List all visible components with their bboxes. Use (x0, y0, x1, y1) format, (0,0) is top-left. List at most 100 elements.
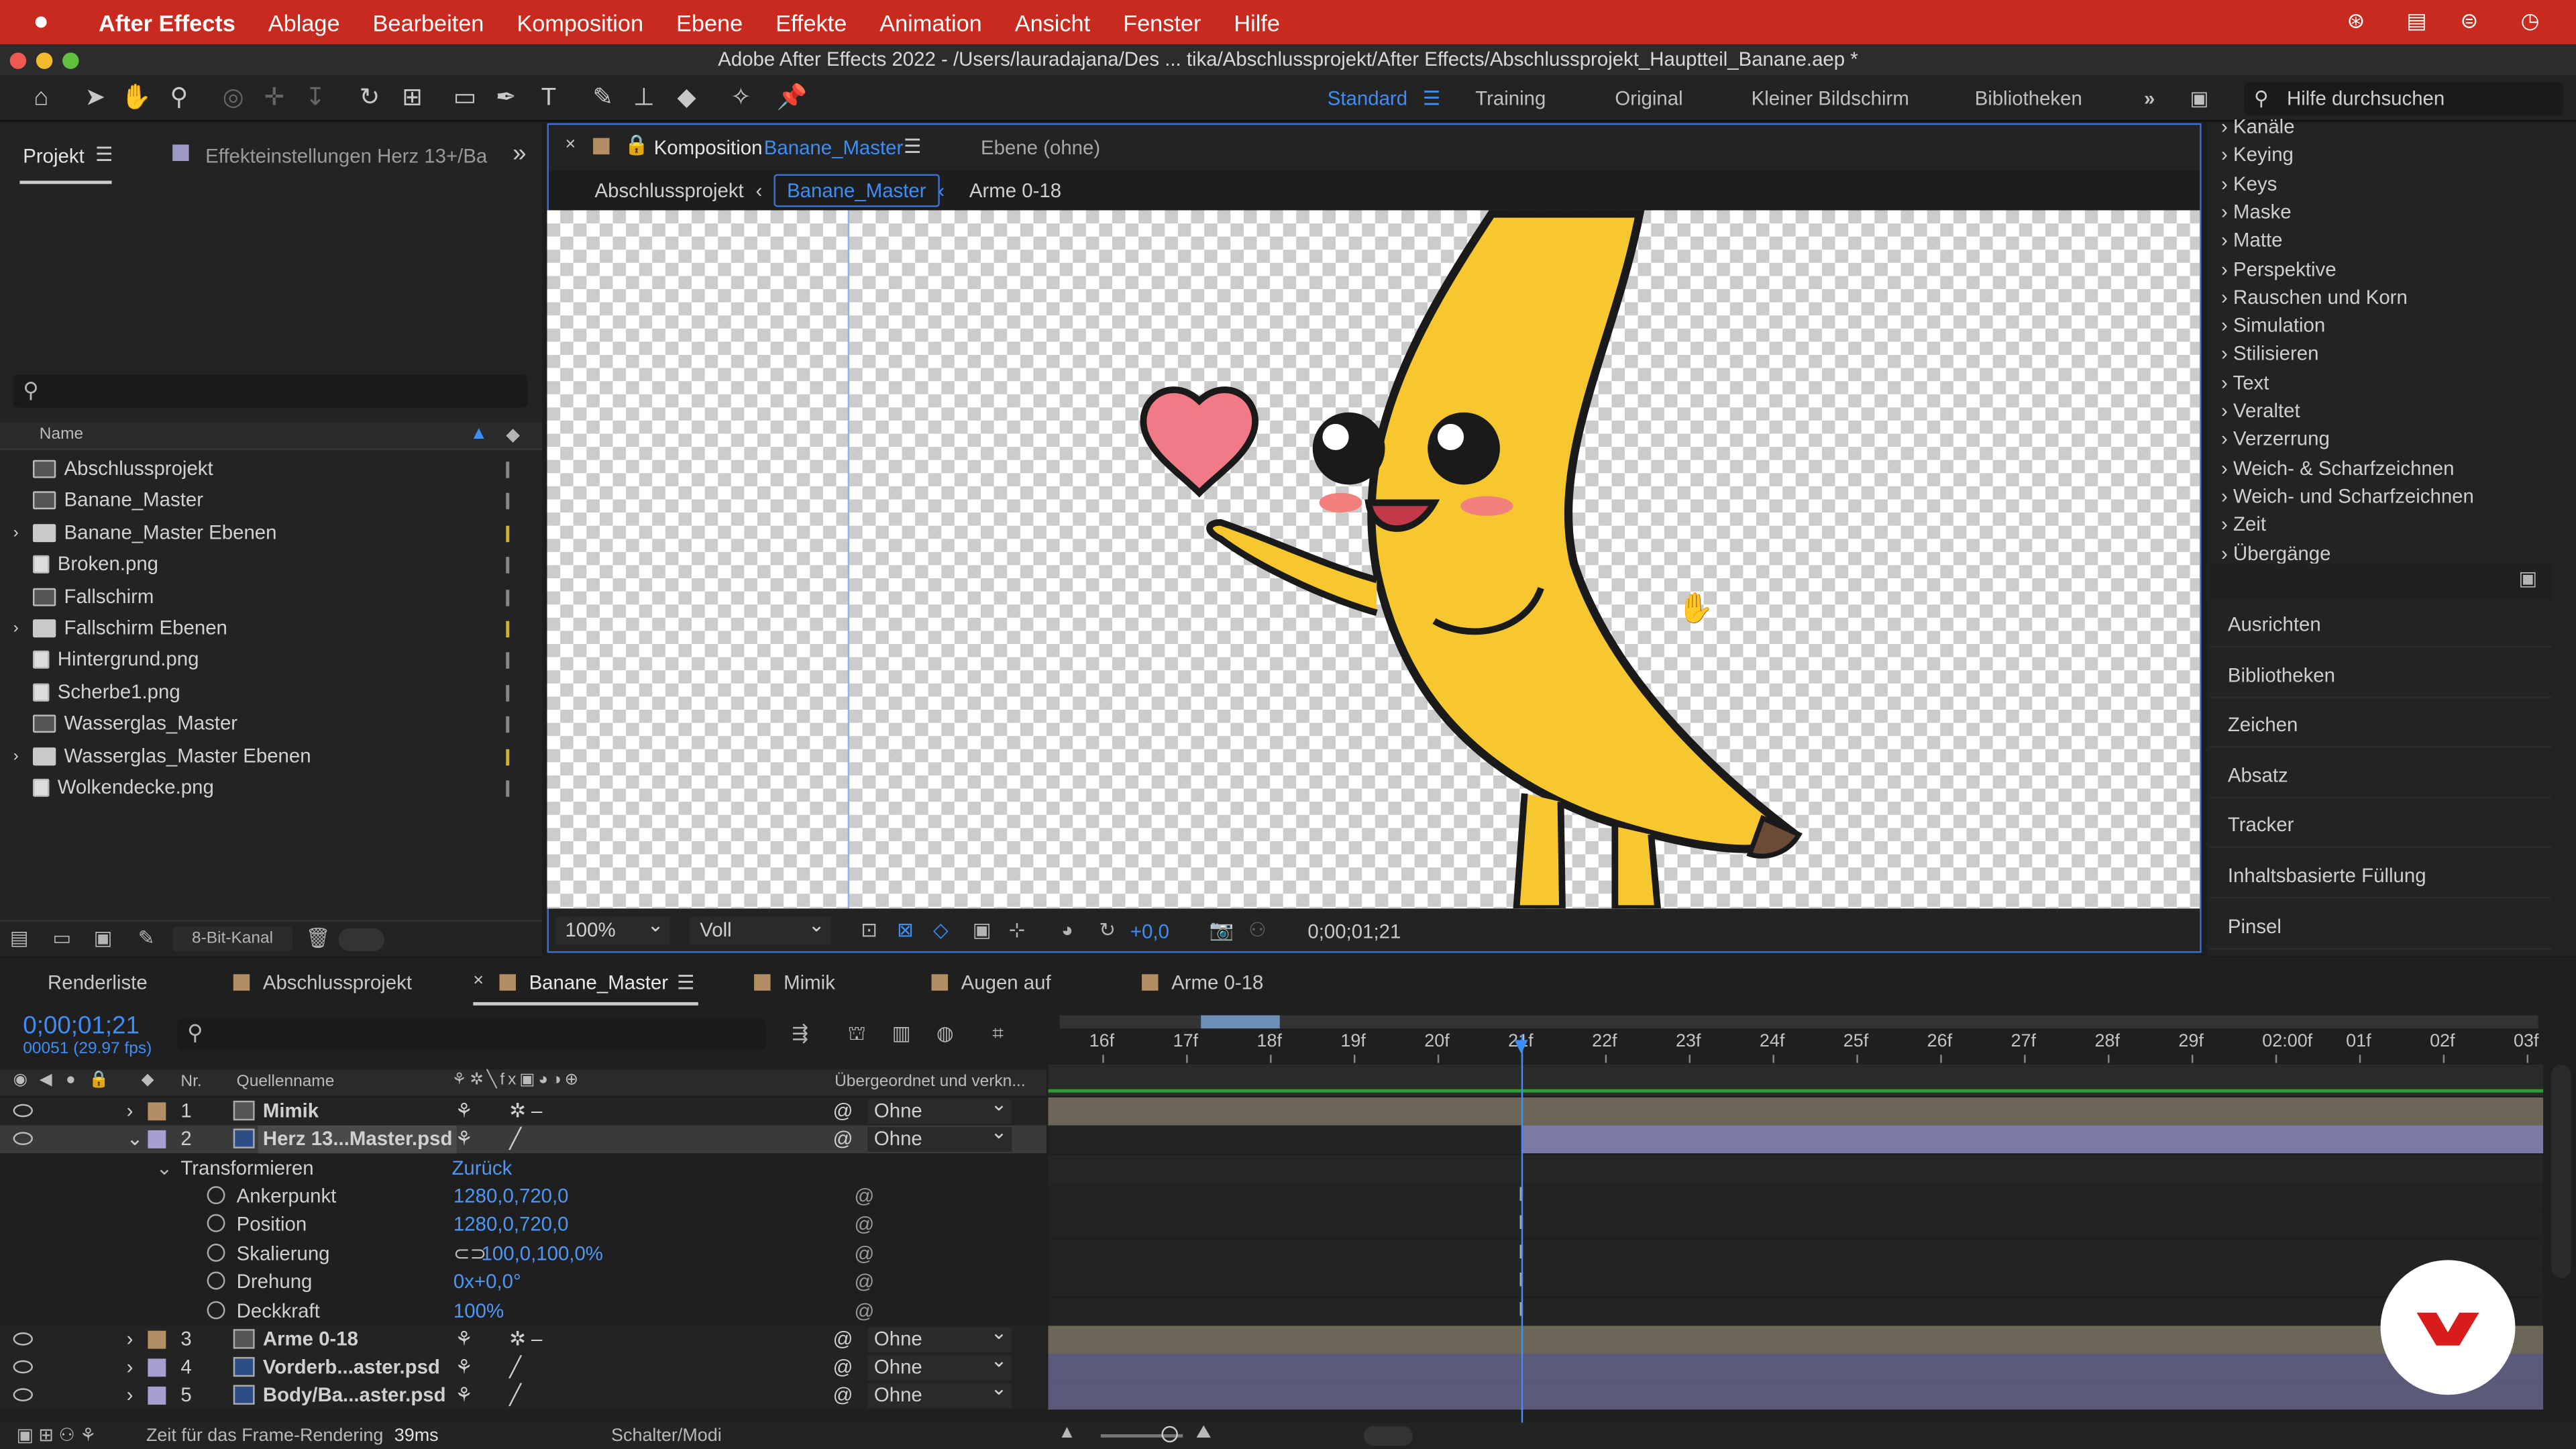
project-item[interactable]: › Fallschirm Ebenen (13, 612, 227, 644)
zoom-select[interactable]: 100% ⌄ (555, 914, 671, 945)
graph-editor-icon[interactable]: ⌗ (992, 1022, 1004, 1046)
tab-abschlussprojekt[interactable]: Abschlussprojekt (233, 971, 412, 994)
switch-icon[interactable]: ⚘ (455, 1382, 472, 1410)
frame-blending-icon[interactable]: ▥ (892, 1022, 911, 1044)
layer-name[interactable]: Body/Ba...aster.psd (263, 1382, 446, 1410)
label-color-icon[interactable] (148, 1386, 166, 1405)
menu-bearbeiten[interactable]: Bearbeiten (356, 9, 500, 35)
project-item[interactable]: Wasserglas_Master (32, 708, 237, 740)
parent-select[interactable]: Ohne (867, 1120, 1012, 1152)
effect-category[interactable]: › Weich- und Scharfzeichnen (2221, 484, 2474, 507)
effect-category[interactable]: › Rauschen und Korn (2221, 286, 2408, 309)
menu-hilfe[interactable]: Hilfe (1218, 9, 1297, 35)
rotate-tool-icon[interactable]: ↻ (354, 82, 386, 115)
project-item[interactable]: Scherbe1.png (32, 676, 180, 708)
effect-category[interactable]: › Stilisieren (2221, 342, 2318, 365)
tab-banane-master[interactable]: Banane_Master (499, 971, 668, 994)
new-preset-icon[interactable]: ▣ (2518, 567, 2537, 590)
more-workspaces-icon[interactable]: » (2144, 87, 2155, 110)
switch-icon[interactable]: ⚘ (455, 1097, 472, 1126)
effect-category[interactable]: › Maske (2221, 201, 2292, 223)
chevron-right-icon[interactable]: › (127, 1097, 133, 1126)
label-color-icon[interactable] (148, 1330, 166, 1349)
zoom-tool-icon[interactable]: ⚲ (162, 82, 195, 115)
panel-6[interactable]: Pinsel (2209, 903, 2552, 949)
layer-duration-bar[interactable] (1048, 1097, 2544, 1126)
switch-icon[interactable]: ⚘ (455, 1326, 472, 1354)
workspace-standard[interactable]: Standard (1328, 87, 1407, 110)
new-folder-icon[interactable]: ▭ (52, 926, 71, 949)
property-value[interactable]: 100,0,100,0% (482, 1240, 603, 1268)
bit-depth-button[interactable]: 8-Bit-Kanal (172, 926, 292, 951)
tab-augen-auf[interactable]: Augen auf (931, 971, 1051, 994)
layer-duration-bar[interactable] (1048, 1353, 2544, 1382)
zoom-out-icon[interactable]: ▲ (1058, 1423, 1076, 1442)
layer-name[interactable]: Vorderb...aster.psd (263, 1354, 440, 1382)
mask-visibility-icon[interactable]: ◇ (933, 918, 949, 941)
effect-category[interactable]: › Keys (2221, 172, 2277, 195)
layer-row[interactable]: › 5 Body/Ba...aster.psd ⚘ ╱ @ Ohne (0, 1377, 1047, 1410)
stopwatch-icon[interactable] (207, 1271, 225, 1290)
menu-ebene[interactable]: Ebene (660, 9, 759, 35)
switch-quality-icon[interactable]: ✲ – (509, 1326, 542, 1354)
menu-animation[interactable]: Animation (863, 9, 998, 35)
control-center-icon[interactable]: ⊜ (2453, 8, 2485, 36)
viewer-timecode[interactable]: 0;00;01;21 (1307, 920, 1401, 943)
menu-effekte[interactable]: Effekte (759, 9, 863, 35)
pan-behind-icon[interactable]: ⊞ (396, 82, 429, 115)
label-tag-icon[interactable]: ◆ (506, 424, 520, 445)
playhead-handle[interactable]: ▼ (1510, 1032, 1533, 1058)
spiral-icon[interactable]: @ (833, 1382, 853, 1410)
tab-effect-controls[interactable]: Effekteinstellungen Herz 13+/Ba (205, 145, 487, 168)
project-item[interactable]: Wolkendecke.png (32, 772, 214, 804)
spiral-icon[interactable]: @ (833, 1126, 853, 1154)
property-value[interactable]: 1280,0,720,0 (453, 1212, 569, 1240)
panel-overflow-icon[interactable]: » (513, 140, 526, 168)
close-tab-icon[interactable]: × (565, 135, 576, 154)
effect-category[interactable]: › Weich- & Scharfzeichnen (2221, 456, 2454, 479)
panel-2[interactable]: Zeichen (2209, 702, 2552, 748)
layer-row[interactable]: › 4 Vorderb...aster.psd ⚘ ╱ @ Ohne (0, 1349, 1047, 1382)
chevron-down-icon[interactable]: ⌄ (156, 1155, 173, 1183)
menu-fenster[interactable]: Fenster (1107, 9, 1218, 35)
creative-cloud-icon[interactable]: ⊛ (2339, 8, 2372, 36)
motion-blur-icon[interactable]: ◍ (936, 1022, 954, 1044)
effect-category[interactable]: › Zeit (2221, 513, 2266, 536)
toggle-icons-icon[interactable]: ▣ ⊞ ⚇ ⚘ (16, 1424, 96, 1446)
panel-menu-icon[interactable]: ☰ (677, 971, 694, 994)
switch-icon[interactable]: ⚘ (455, 1126, 472, 1154)
effect-category[interactable]: › Verzerrung (2221, 427, 2330, 450)
breadcrumb-abschlussprojekt[interactable]: Abschlussprojekt (595, 179, 744, 202)
workspace-small-screen[interactable]: Kleiner Bildschirm (1752, 87, 1909, 110)
type-tool-icon[interactable]: T (532, 82, 565, 115)
effect-category[interactable]: › Matte (2221, 229, 2282, 252)
clone-stamp-icon[interactable]: ⊥ (628, 82, 661, 115)
panel-3[interactable]: Absatz (2209, 752, 2552, 798)
chevron-right-icon[interactable]: › (127, 1354, 133, 1382)
lock-icon[interactable]: 🔒 (625, 133, 649, 156)
shy-layers-icon[interactable]: ⛫ (848, 1022, 866, 1048)
spiral-icon[interactable]: @ (833, 1326, 853, 1354)
home-icon[interactable]: ⌂ (25, 82, 58, 115)
spiral-icon[interactable]: @ (833, 1097, 853, 1126)
layer-row[interactable]: › 3 Arme 0-18 ⚘ ✲ – @ Ohne (0, 1321, 1047, 1354)
minimize-window-icon[interactable] (36, 52, 53, 69)
property-value[interactable]: 100% (453, 1297, 504, 1326)
stopwatch-icon[interactable] (207, 1214, 225, 1233)
horizontal-scrollbar[interactable] (1363, 1426, 1413, 1446)
stopwatch-icon[interactable] (207, 1300, 225, 1319)
close-tab-icon[interactable]: × (473, 971, 484, 990)
label-color-icon[interactable] (148, 1358, 166, 1377)
layer-row[interactable]: ⌄ 2 Herz 13...Master.psd ⚘ ╱ @ Ohne (0, 1120, 1047, 1154)
zoom-window-icon[interactable] (62, 52, 79, 69)
exposure-value[interactable]: +0,0 (1130, 920, 1169, 943)
stopwatch-icon[interactable] (207, 1243, 225, 1262)
chevron-right-icon[interactable]: › (13, 612, 19, 644)
guides-icon[interactable]: ⊹ (1009, 918, 1026, 941)
project-item[interactable]: › Wasserglas_Master Ebenen (13, 741, 311, 772)
layer-name[interactable]: Mimik (263, 1097, 319, 1126)
project-search-input[interactable]: ⚲ (13, 374, 528, 408)
chevron-right-icon[interactable]: › (13, 517, 19, 549)
menu-ablage[interactable]: Ablage (252, 9, 356, 35)
layer-duration-bar[interactable] (1048, 1381, 2544, 1410)
